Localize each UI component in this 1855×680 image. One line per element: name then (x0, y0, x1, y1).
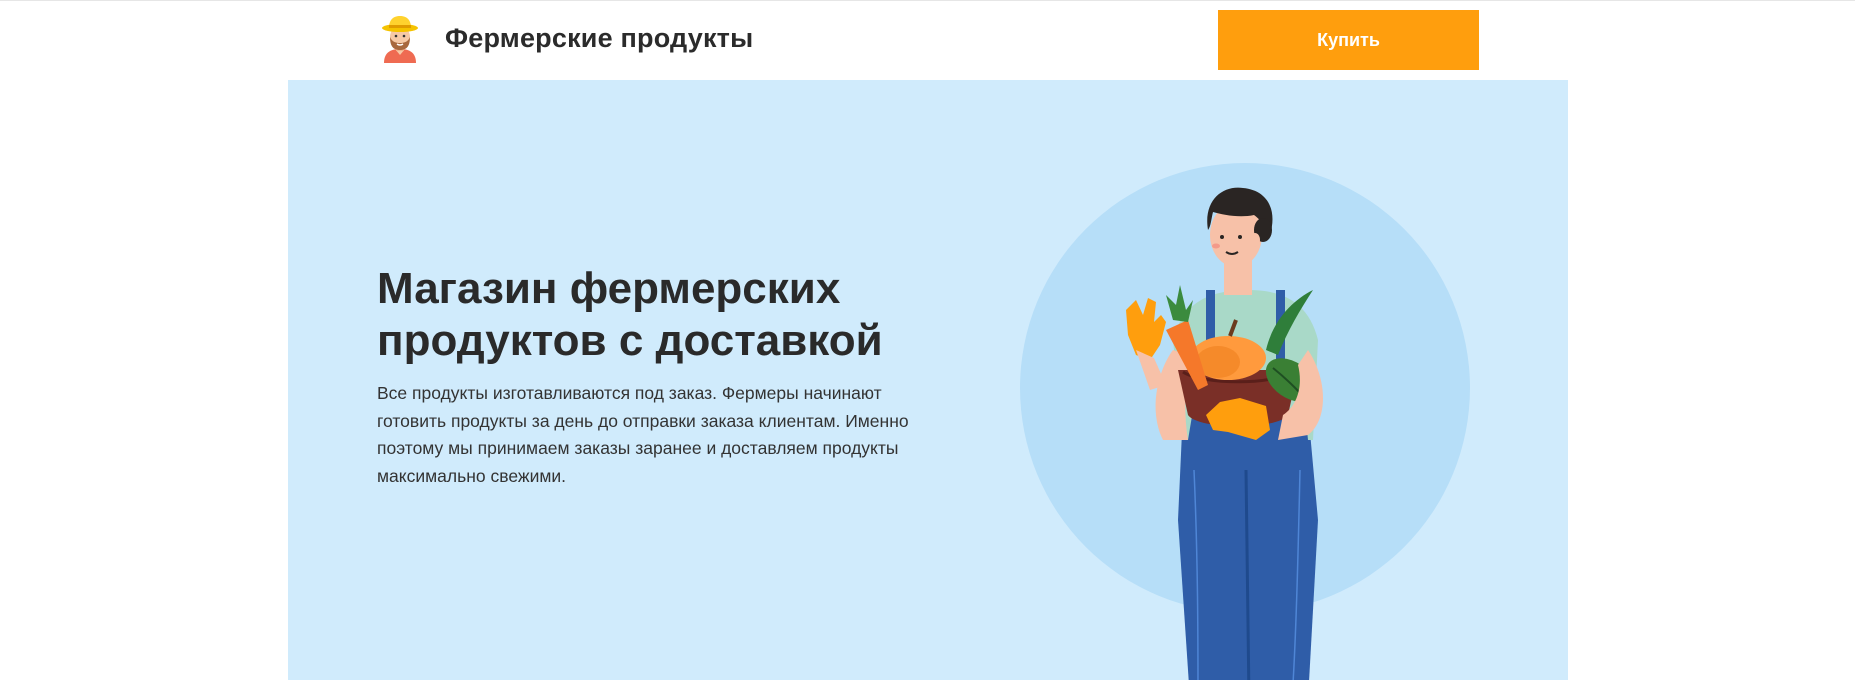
farmer-avatar-icon (382, 16, 418, 63)
hero-title: Магазин фермерских продуктов с доставкой (377, 264, 883, 365)
hero-section: Магазин фермерских продуктов с доставкой… (288, 80, 1568, 680)
buy-button[interactable]: Купить (1218, 10, 1479, 70)
site-header: Фермерские продукты Купить (0, 1, 1855, 80)
hero-description: Все продукты изготавливаются под заказ. … (377, 383, 909, 486)
farmer-illustration (1020, 163, 1470, 680)
site-title: Фермерские продукты (445, 23, 754, 53)
